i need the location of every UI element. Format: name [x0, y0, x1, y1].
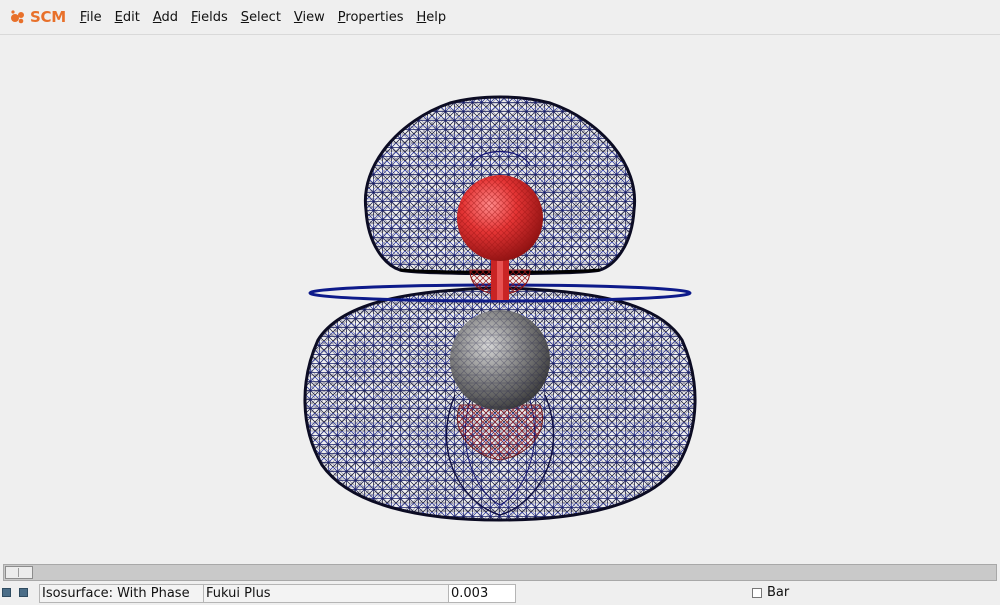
menu-edit[interactable]: Edit [115, 8, 140, 27]
menu-label-rest: ields [197, 9, 228, 25]
atom-bond [491, 260, 509, 300]
status-bar: Isosurface: With Phase Fukui Plus 0.003 … [0, 583, 1000, 605]
adfview-window: SCM File Edit Add Fields Select View Propertie… [0, 0, 1000, 605]
menu-label-rest: dd [161, 9, 178, 25]
menu-view[interactable]: View [294, 8, 325, 27]
iso-value-slider[interactable] [3, 564, 997, 581]
scm-logo-icon [11, 10, 24, 24]
menu-accelerator: H [416, 9, 427, 25]
menu-label-rest: ile [86, 9, 102, 25]
menu-label-rest: elp [426, 9, 447, 25]
scm-logo-text: SCM [30, 8, 66, 26]
menu-label-rest: dit [122, 9, 140, 25]
menu-select[interactable]: Select [241, 8, 281, 27]
menu-bar: SCM File Edit Add Fields Select View Propertie… [0, 0, 1000, 35]
menu-accelerator: E [114, 9, 123, 25]
menu-file[interactable]: File [80, 8, 102, 27]
menu-label-rest: elect [249, 9, 281, 25]
menu-properties[interactable]: Properties [338, 8, 404, 27]
panel-toggle-icon[interactable] [2, 588, 11, 597]
isosurface-mode-field[interactable]: Isosurface: With Phase [39, 584, 204, 603]
oxygen-atom-mesh [457, 175, 543, 261]
menu-fields[interactable]: Fields [191, 8, 228, 27]
isosurface-scene[interactable] [0, 35, 1000, 563]
menu-accelerator: S [240, 9, 250, 25]
menu-label-rest: iew [302, 9, 325, 25]
menu-accelerator: V [293, 9, 303, 25]
panel-toggle-icon-2[interactable] [19, 588, 28, 597]
scm-logo[interactable]: SCM [10, 8, 66, 26]
menu-help[interactable]: Help [417, 8, 447, 27]
bar-checkbox[interactable] [752, 588, 762, 598]
menu-add[interactable]: Add [153, 8, 178, 27]
field-name-field[interactable]: Fukui Plus [203, 584, 449, 603]
menu-items: File Edit Add Fields Select View Properties Hel… [80, 8, 459, 27]
iso-value-input[interactable]: 0.003 [448, 584, 516, 603]
slider-thumb[interactable] [5, 566, 33, 579]
molecule-viewport[interactable] [0, 35, 1000, 563]
carbon-atom-mesh [450, 310, 550, 410]
bar-checkbox-label: Bar [767, 585, 790, 600]
menu-label-rest: roperties [345, 9, 404, 25]
